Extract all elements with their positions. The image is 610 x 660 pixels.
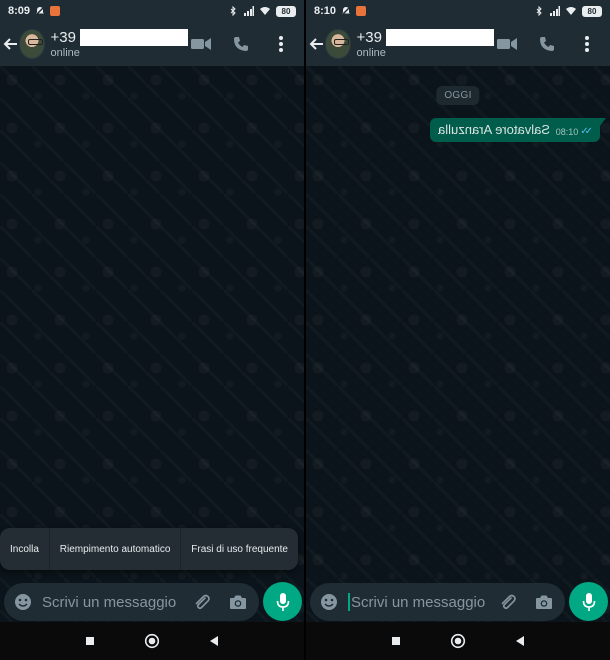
- chat-header: +39 online: [306, 22, 610, 66]
- contact-info[interactable]: +39 online: [51, 29, 188, 59]
- emoji-button[interactable]: [318, 591, 340, 613]
- home-icon: [450, 633, 466, 649]
- notification-icon: [50, 6, 61, 16]
- menu-item-paste[interactable]: Incolla: [0, 528, 49, 570]
- contact-name: +39: [356, 29, 382, 46]
- camera-button[interactable]: [227, 591, 249, 613]
- chat-area[interactable]: OGGI Salvatore Aranzulla 08:10 ✓✓: [306, 66, 610, 622]
- home-button[interactable]: [446, 629, 470, 653]
- emoji-button[interactable]: [12, 591, 34, 613]
- message-time: 08:10: [555, 126, 579, 137]
- home-button[interactable]: [140, 629, 164, 653]
- back-nav-button[interactable]: [508, 629, 532, 653]
- back-arrow-icon: [309, 38, 324, 50]
- system-navigation-bar: [306, 622, 610, 660]
- video-call-icon: [191, 38, 211, 50]
- back-button[interactable]: [1, 22, 19, 66]
- contact-status: online: [50, 47, 80, 59]
- back-nav-button[interactable]: [202, 629, 226, 653]
- phone-icon: [540, 37, 554, 51]
- chat-header: +39 online: [0, 22, 304, 66]
- camera-button[interactable]: [533, 591, 555, 613]
- more-options-button[interactable]: [574, 31, 600, 57]
- back-button[interactable]: [307, 22, 325, 66]
- menu-item-autofill[interactable]: Riempimento automatico: [50, 528, 181, 570]
- emoji-icon: [321, 594, 337, 610]
- contact-avatar[interactable]: [19, 29, 45, 59]
- back-triangle-icon: [210, 636, 218, 646]
- signal-icon: [244, 6, 254, 16]
- camera-icon: [230, 595, 246, 609]
- battery-indicator: 80: [582, 5, 602, 17]
- back-arrow-icon: [3, 38, 18, 50]
- contact-status: online: [356, 47, 386, 59]
- phone-screen-before: 8:09 80 +39 online Incolla Riempimento a…: [0, 0, 304, 660]
- outgoing-message-bubble[interactable]: Salvatore Aranzulla 08:10 ✓✓: [429, 118, 607, 142]
- voice-message-button[interactable]: [263, 582, 302, 621]
- wifi-icon: [566, 7, 576, 15]
- more-vert-icon: [279, 36, 283, 52]
- message-text: Salvatore Aranzulla: [437, 122, 550, 137]
- mic-icon: [582, 592, 595, 611]
- redacted-number: [80, 29, 188, 46]
- recents-button[interactable]: [384, 629, 408, 653]
- message-composer: Scrivi un messaggio: [310, 583, 565, 621]
- recents-icon: [86, 637, 94, 645]
- recents-button[interactable]: [78, 629, 102, 653]
- status-bar: 8:09 80: [0, 0, 304, 22]
- message-input[interactable]: Scrivi un messaggio: [34, 583, 191, 621]
- wifi-icon: [260, 7, 270, 15]
- mic-icon: [276, 592, 289, 611]
- more-vert-icon: [585, 36, 589, 52]
- status-bar: 8:10 80: [306, 0, 610, 22]
- text-cursor: [348, 593, 350, 611]
- contact-info[interactable]: +39 online: [357, 29, 494, 59]
- contact-avatar[interactable]: [325, 29, 351, 59]
- date-divider: OGGI: [436, 86, 480, 105]
- dnd-icon: [35, 6, 45, 16]
- message-meta: 08:10 ✓✓: [555, 126, 593, 137]
- voice-call-button[interactable]: [534, 31, 560, 57]
- bluetooth-icon: [230, 6, 236, 16]
- menu-item-frequent-phrases[interactable]: Frasi di uso frequente: [181, 528, 298, 570]
- video-call-icon: [497, 38, 517, 50]
- signal-icon: [550, 6, 560, 16]
- voice-call-button[interactable]: [228, 31, 254, 57]
- dnd-icon: [341, 6, 351, 16]
- system-navigation-bar: [0, 622, 304, 660]
- back-triangle-icon: [516, 636, 524, 646]
- bluetooth-icon: [536, 6, 542, 16]
- contact-name: +39: [50, 29, 76, 46]
- voice-message-button[interactable]: [569, 582, 608, 621]
- message-placeholder: Scrivi un messaggio: [351, 593, 486, 611]
- attach-button[interactable]: [497, 591, 519, 613]
- attach-button[interactable]: [191, 591, 213, 613]
- phone-icon: [234, 37, 248, 51]
- camera-icon: [536, 595, 552, 609]
- video-call-button[interactable]: [188, 31, 214, 57]
- video-call-button[interactable]: [494, 31, 520, 57]
- attach-icon: [501, 594, 516, 610]
- status-time: 8:10: [314, 5, 337, 17]
- battery-indicator: 80: [276, 5, 296, 17]
- more-options-button[interactable]: [268, 31, 294, 57]
- read-ticks-icon: ✓✓: [580, 126, 593, 137]
- recents-icon: [392, 637, 400, 645]
- message-composer: Scrivi un messaggio: [4, 583, 259, 621]
- status-time: 8:09: [8, 5, 31, 17]
- notification-icon: [356, 6, 367, 16]
- home-icon: [144, 633, 160, 649]
- phone-screen-after: 8:10 80 +39 online OGGI Salvatore Aranzu…: [306, 0, 610, 660]
- attach-icon: [195, 594, 210, 610]
- message-input[interactable]: Scrivi un messaggio: [340, 583, 497, 621]
- redacted-number: [386, 29, 494, 46]
- paste-context-menu: Incolla Riempimento automatico Frasi di …: [0, 528, 298, 570]
- emoji-icon: [15, 594, 31, 610]
